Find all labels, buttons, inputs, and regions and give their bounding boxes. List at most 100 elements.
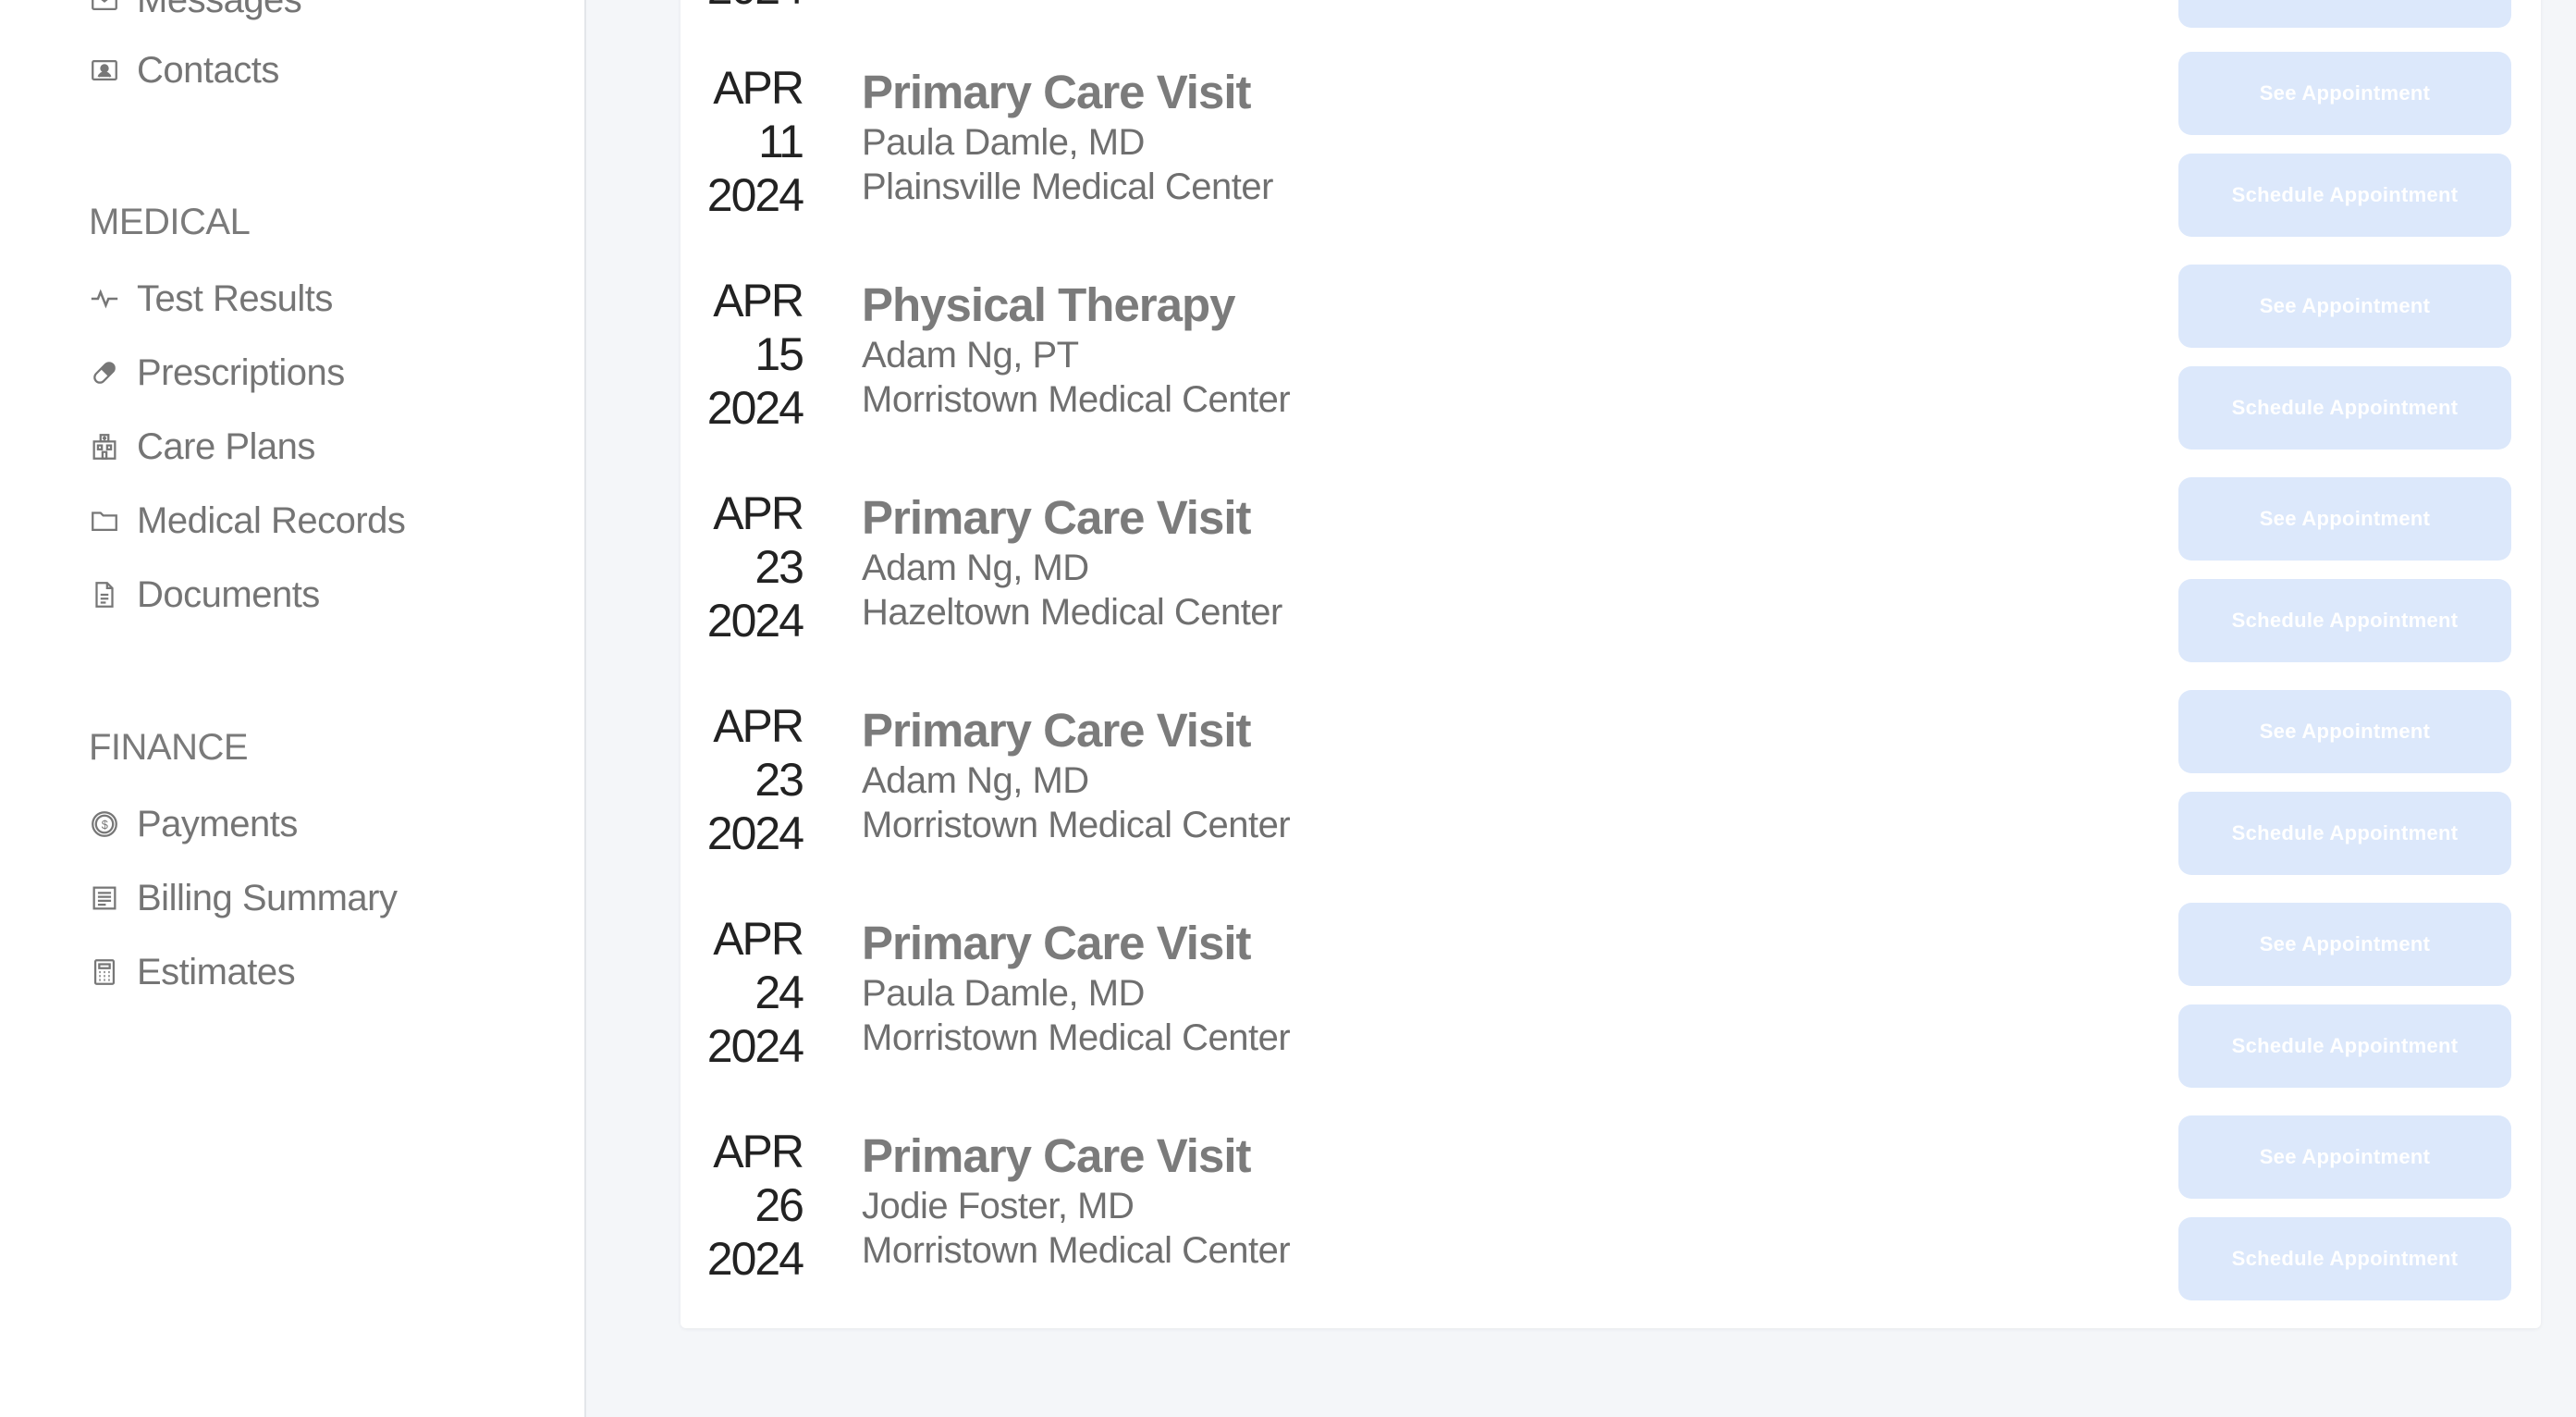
appointment-title: Primary Care Visit — [862, 1129, 1251, 1182]
sidebar-item-care-plans[interactable]: Care Plans — [89, 419, 315, 474]
date-year: 2024 — [706, 1020, 804, 1072]
sidebar-item-label: Care Plans — [137, 425, 315, 467]
see-appointment-button[interactable]: See Appointment — [2178, 903, 2511, 986]
appointment-provider: Adam Ng, MD — [862, 760, 1089, 801]
date-day: 26 — [754, 1179, 804, 1231]
dollar-circle-icon: $ — [89, 808, 120, 840]
appointment-location: Morristown Medical Center — [862, 805, 1291, 845]
appointment-row: APR 23 2024 Primary Care Visit Adam Ng, … — [681, 477, 2541, 699]
date-year: 2024 — [706, 169, 804, 221]
pill-icon — [89, 357, 120, 388]
schedule-appointment-button[interactable]: Schedule Appointment — [2178, 366, 2511, 450]
date-month: APR — [713, 487, 804, 539]
folder-icon — [89, 505, 120, 536]
appointment-title: Physical Therapy — [862, 278, 1236, 331]
appointment-title: Primary Care Visit — [862, 704, 1251, 757]
svg-text:$: $ — [102, 818, 108, 832]
date-year: 2024 — [706, 807, 804, 859]
see-appointment-button[interactable]: See Appointment — [2178, 1115, 2511, 1199]
appointment-provider: Paula Damle, MD — [862, 122, 1145, 163]
date-day: 24 — [754, 967, 804, 1018]
sidebar-item-medical-records[interactable]: Medical Records — [89, 493, 406, 548]
date-year: 2024 — [706, 1233, 804, 1285]
sidebar-item-documents[interactable]: Documents — [89, 567, 320, 622]
date-month: APR — [713, 275, 804, 327]
date-year: 2024 — [706, 382, 804, 434]
appointment-provider: Paula Damle, MD — [862, 973, 1145, 1014]
contact-card-icon — [89, 55, 120, 86]
appointment-row: APR 11 2024 Primary Care Visit Paula Dam… — [681, 52, 2541, 274]
schedule-appointment-button[interactable]: Schedule Appointment — [2178, 1217, 2511, 1300]
appointment-location: Hazeltown Medical Center — [862, 592, 1282, 633]
appointment-provider: Jodie Foster, MD — [862, 1186, 1135, 1226]
sidebar-item-messages[interactable]: Messages — [89, 0, 302, 28]
sidebar-item-label: Payments — [137, 803, 298, 844]
appointment-provider: Adam Ng, MD — [862, 548, 1089, 588]
sidebar-item-test-results[interactable]: Test Results — [89, 271, 333, 327]
sidebar-item-label: Messages — [137, 0, 302, 21]
appointment-info: Primary Care Visit Adam Ng, MD Hazeltown… — [862, 490, 1282, 635]
appointment-title: Primary Care Visit — [862, 917, 1251, 969]
appointment-location: Plainsville Medical Center — [862, 166, 1273, 207]
schedule-appointment-button[interactable]: Schedule Appointment — [2178, 0, 2511, 28]
appointment-location: Morristown Medical Center — [862, 1017, 1291, 1058]
date-day: 23 — [754, 541, 804, 593]
document-icon — [89, 579, 120, 610]
sidebar-item-payments[interactable]: $ Payments — [89, 796, 298, 852]
appointments-card: 2024 Schedule Appointment APR 11 2024 Pr… — [681, 0, 2541, 1328]
schedule-appointment-button[interactable]: Schedule Appointment — [2178, 1004, 2511, 1088]
sidebar: Messages Contacts MEDICAL Test Results P… — [0, 0, 586, 1417]
see-appointment-button[interactable]: See Appointment — [2178, 52, 2511, 135]
envelope-icon — [89, 0, 120, 16]
section-heading-medical: MEDICAL — [89, 202, 251, 242]
appointment-date: APR 23 2024 — [701, 699, 804, 860]
sidebar-item-label: Contacts — [137, 49, 279, 91]
sidebar-item-prescriptions[interactable]: Prescriptions — [89, 345, 345, 400]
pulse-icon — [89, 283, 120, 314]
schedule-appointment-button[interactable]: Schedule Appointment — [2178, 792, 2511, 875]
date-month: APR — [713, 913, 804, 965]
sidebar-item-label: Prescriptions — [137, 351, 345, 393]
appointment-date: APR 23 2024 — [701, 487, 804, 647]
appointment-info: Primary Care Visit Adam Ng, MD Morristow… — [862, 703, 1291, 847]
date-month: APR — [713, 62, 804, 114]
appointment-info: Primary Care Visit Paula Damle, MD Plain… — [862, 65, 1273, 209]
date-month: APR — [713, 700, 804, 752]
date-day: 11 — [758, 116, 804, 167]
sidebar-item-label: Documents — [137, 573, 320, 615]
appointment-row: APR 24 2024 Primary Care Visit Paula Dam… — [681, 903, 2541, 1125]
appointment-date: APR 11 2024 — [701, 61, 804, 222]
hospital-icon — [89, 431, 120, 462]
date-month: APR — [713, 1126, 804, 1177]
date-year: 2024 — [706, 595, 804, 647]
date-day: 23 — [754, 754, 804, 806]
appointment-info: Primary Care Visit Jodie Foster, MD Morr… — [862, 1128, 1291, 1273]
appointment-title: Primary Care Visit — [862, 66, 1251, 118]
appointment-date: APR 26 2024 — [701, 1125, 804, 1286]
sidebar-item-billing-summary[interactable]: Billing Summary — [89, 870, 398, 926]
schedule-appointment-button[interactable]: Schedule Appointment — [2178, 579, 2511, 662]
appointment-location: Morristown Medical Center — [862, 1230, 1291, 1271]
appointment-date-year-partial: 2024 — [701, 0, 804, 15]
appointment-info: Physical Therapy Adam Ng, PT Morristown … — [862, 277, 1291, 422]
sidebar-item-estimates[interactable]: Estimates — [89, 944, 296, 1000]
calculator-icon — [89, 956, 120, 988]
appointment-row: APR 23 2024 Primary Care Visit Adam Ng, … — [681, 690, 2541, 912]
sidebar-item-label: Estimates — [137, 951, 296, 992]
see-appointment-button[interactable]: See Appointment — [2178, 265, 2511, 348]
sidebar-item-label: Test Results — [137, 277, 333, 319]
appointment-location: Morristown Medical Center — [862, 379, 1291, 420]
appointment-provider: Adam Ng, PT — [862, 335, 1079, 376]
receipt-icon — [89, 882, 120, 914]
see-appointment-button[interactable]: See Appointment — [2178, 477, 2511, 561]
schedule-appointment-button[interactable]: Schedule Appointment — [2178, 154, 2511, 237]
sidebar-item-contacts[interactable]: Contacts — [89, 43, 279, 98]
appointment-date: APR 24 2024 — [701, 912, 804, 1073]
date-day: 15 — [754, 328, 804, 380]
sidebar-item-label: Medical Records — [137, 499, 406, 541]
appointment-info: Primary Care Visit Paula Damle, MD Morri… — [862, 916, 1291, 1060]
sidebar-item-label: Billing Summary — [137, 877, 398, 918]
appointment-title: Primary Care Visit — [862, 491, 1251, 544]
see-appointment-button[interactable]: See Appointment — [2178, 690, 2511, 773]
main-content: 2024 Schedule Appointment APR 11 2024 Pr… — [588, 0, 2576, 1417]
